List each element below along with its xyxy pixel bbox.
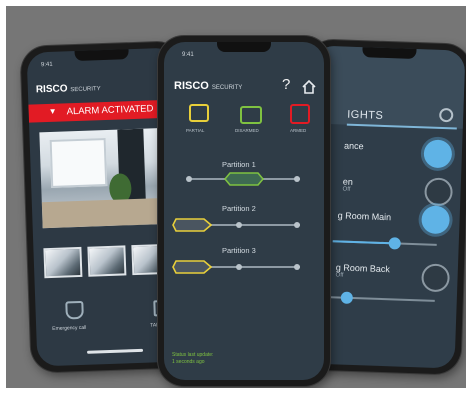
disarmed-mode-button[interactable]: DISARMED [228,104,268,140]
brand-sub: SECURITY [211,85,243,91]
room-label: ance [343,140,364,152]
status-time: 9:41 [40,61,53,69]
mode-label: PARTIAL [186,128,205,133]
help-icon[interactable]: ? [282,76,290,93]
brand-sub: SECURITY [70,86,101,94]
shortcut-label: Emergency call [52,324,87,332]
dimmer-handle[interactable] [340,291,354,304]
track-stop [186,176,192,182]
room-label: en [342,176,354,187]
room-label: g Room Back [335,262,391,275]
mode-label: ARMED [290,128,307,133]
track-stop [236,222,242,228]
track-stop [294,222,300,228]
dimmer-fill [332,240,395,245]
track-stop [294,264,300,270]
brand-logo: RISCO SECURITY [174,80,242,92]
center-phone: 9:41 RISCO SECURITY ? PARTIAL DISARMED A… [158,36,330,386]
lightbulb-icon[interactable] [421,205,451,235]
room-label: g Room Main [337,210,392,223]
lock-icon [290,104,310,124]
dimmer-handle[interactable] [388,237,401,250]
room-status: Off [342,186,351,193]
partial-mode-button[interactable]: PARTIAL [176,104,216,140]
brand-word: RISCO [174,80,209,92]
product-showcase: IGHTS ance en Off g Room Main g Room Bac… [6,6,466,388]
room-status: Off [335,272,344,279]
status-update-label: Status last update: [172,352,214,358]
partition-state-handle[interactable] [223,172,265,186]
partition-name: Partition 2 [222,204,256,213]
track-stop [294,176,300,182]
brand-word: RISCO [35,83,68,96]
partitions-screen: 9:41 RISCO SECURITY ? PARTIAL DISARMED A… [164,42,324,380]
camera-thumbnail[interactable] [87,245,127,277]
lightbulb-icon[interactable] [423,139,453,169]
status-time: 9:41 [182,52,194,58]
home-icon[interactable] [302,79,316,94]
mode-label: DISARMED [235,128,259,133]
camera-thumbnail[interactable] [43,246,83,279]
lights-title: IGHTS [346,108,384,122]
emergency-call-button[interactable]: Emergency call [49,300,100,342]
phone-notch [217,42,271,52]
partition-name: Partition 1 [222,160,256,169]
phone-shield-icon [65,300,84,320]
snapshot-window [49,138,108,188]
partition-name: Partition 3 [222,246,256,255]
alarm-banner[interactable]: ▼ ALARM ACTIVATED [28,99,179,123]
armed-mode-button[interactable]: ARMED [278,104,318,140]
home-indicator [87,348,144,354]
brand-logo: RISCO SECURITY [36,82,101,95]
unlock-icon [240,106,262,124]
lock-partial-icon [189,104,209,122]
phone-notch [74,48,129,62]
alarm-banner-text: ALARM ACTIVATED [66,103,154,118]
partition-state-handle[interactable] [172,260,213,274]
phone-notch [362,46,417,60]
partition-state-handle[interactable] [172,218,213,232]
track-stop [236,264,242,270]
status-update-age: 1 seconds ago [172,359,205,365]
lightbulb-icon[interactable] [421,263,451,293]
alarm-arrow-icon: ▼ [48,106,57,116]
lightbulb-icon[interactable] [424,177,454,207]
